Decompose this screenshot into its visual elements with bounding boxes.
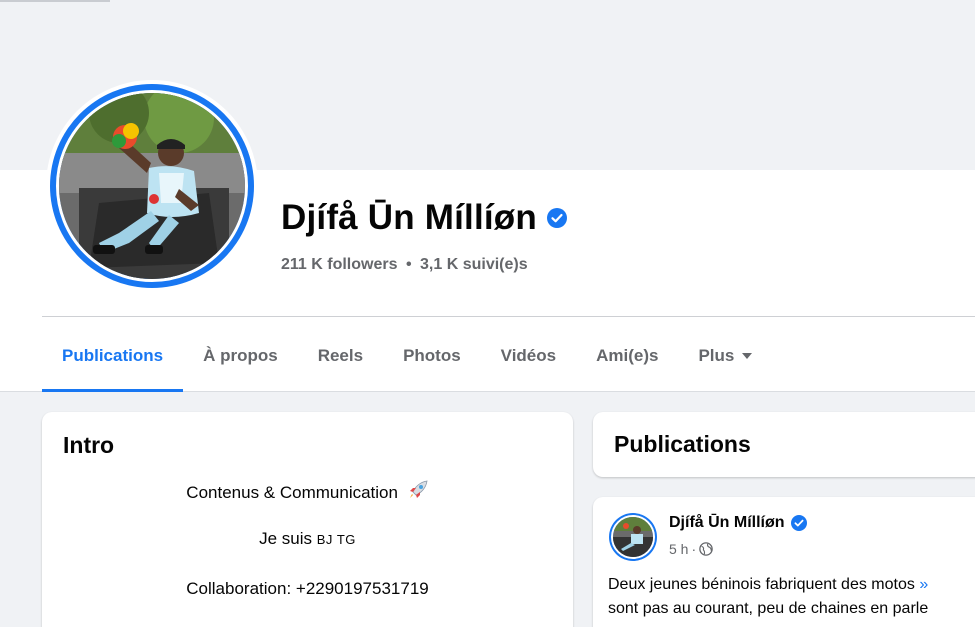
follower-stats: 211 K followers • 3,1 K suivi(e)s — [281, 256, 528, 274]
post-card: Djífå Ūn Míllíøn 5 h · Deux jeunes bénin… — [593, 497, 975, 627]
tab-label: Vidéos — [500, 346, 557, 365]
globe-icon[interactable] — [699, 542, 713, 556]
tab-label: Reels — [317, 346, 364, 365]
tab-label: À propos — [203, 346, 278, 365]
tab-amis[interactable]: Ami(e)s — [576, 320, 678, 392]
post-time[interactable]: 5 h — [669, 541, 688, 557]
stats-separator: • — [405, 256, 412, 273]
post-avatar-photo — [611, 515, 655, 559]
intro-bio-text: Contenus & Communication — [186, 483, 398, 502]
tab-photos[interactable]: Photos — [383, 320, 481, 392]
post-meta: 5 h · — [669, 541, 713, 557]
intro-location-codes: BJ TG — [316, 532, 356, 547]
intro-bio: Contenus & Communication — [42, 479, 573, 503]
profile-avatar[interactable] — [46, 80, 258, 292]
post-author-avatar[interactable] — [609, 513, 657, 561]
publications-header-card: Publications — [593, 412, 975, 477]
tab-videos[interactable]: Vidéos — [481, 320, 576, 392]
caret-down-icon — [742, 353, 753, 359]
post-text: Deux jeunes béninois fabriquent des moto… — [608, 573, 975, 621]
rocket-icon — [409, 480, 428, 498]
profile-tabs: Publications À propos Reels Photos Vidéo… — [42, 320, 772, 392]
cover-edge-line — [0, 0, 110, 2]
post-author-row: Djífå Ūn Míllíøn — [669, 514, 807, 532]
post-text-line-2: sont pas au courant, peu de chaines en p… — [608, 600, 929, 617]
post-text-line-1: Deux jeunes béninois fabriquent des moto… — [608, 576, 915, 593]
profile-name: Djífå Ūn Míllíøn — [281, 198, 537, 237]
publications-title: Publications — [614, 431, 751, 457]
tab-label: Plus — [698, 346, 735, 365]
verified-badge-icon — [790, 515, 807, 531]
following-link[interactable]: 3,1 K suivi(e)s — [420, 256, 528, 273]
post-meta-separator: · — [691, 541, 697, 557]
intro-title: Intro — [63, 432, 115, 458]
tab-label: Publications — [62, 346, 164, 365]
post-avatar-illustration — [613, 517, 653, 557]
profile-name-row: Djífå Ūn Míllíøn — [281, 198, 567, 238]
tab-reels[interactable]: Reels — [298, 320, 383, 392]
tab-label: Ami(e)s — [596, 346, 659, 365]
intro-collaboration: Collaboration: +2290197531719 — [186, 579, 429, 598]
post-text-more[interactable]: » — [919, 576, 928, 593]
tab-plus[interactable]: Plus — [678, 320, 772, 392]
post-author-name[interactable]: Djífå Ūn Míllíøn — [669, 514, 785, 532]
intro-card: Intro Contenus & Communication Je suis B… — [42, 412, 573, 627]
intro-location: Je suis BJ TG — [42, 529, 573, 549]
verified-badge-icon[interactable] — [546, 208, 567, 228]
avatar-photo — [56, 90, 248, 282]
tab-a-propos[interactable]: À propos — [183, 320, 298, 392]
tab-label: Photos — [403, 346, 461, 365]
avatar-illustration — [59, 93, 245, 279]
tab-publications[interactable]: Publications — [42, 320, 184, 392]
followers-link[interactable]: 211 K followers — [281, 256, 398, 273]
intro-location-text: Je suis — [259, 529, 313, 548]
header-divider — [42, 316, 975, 317]
